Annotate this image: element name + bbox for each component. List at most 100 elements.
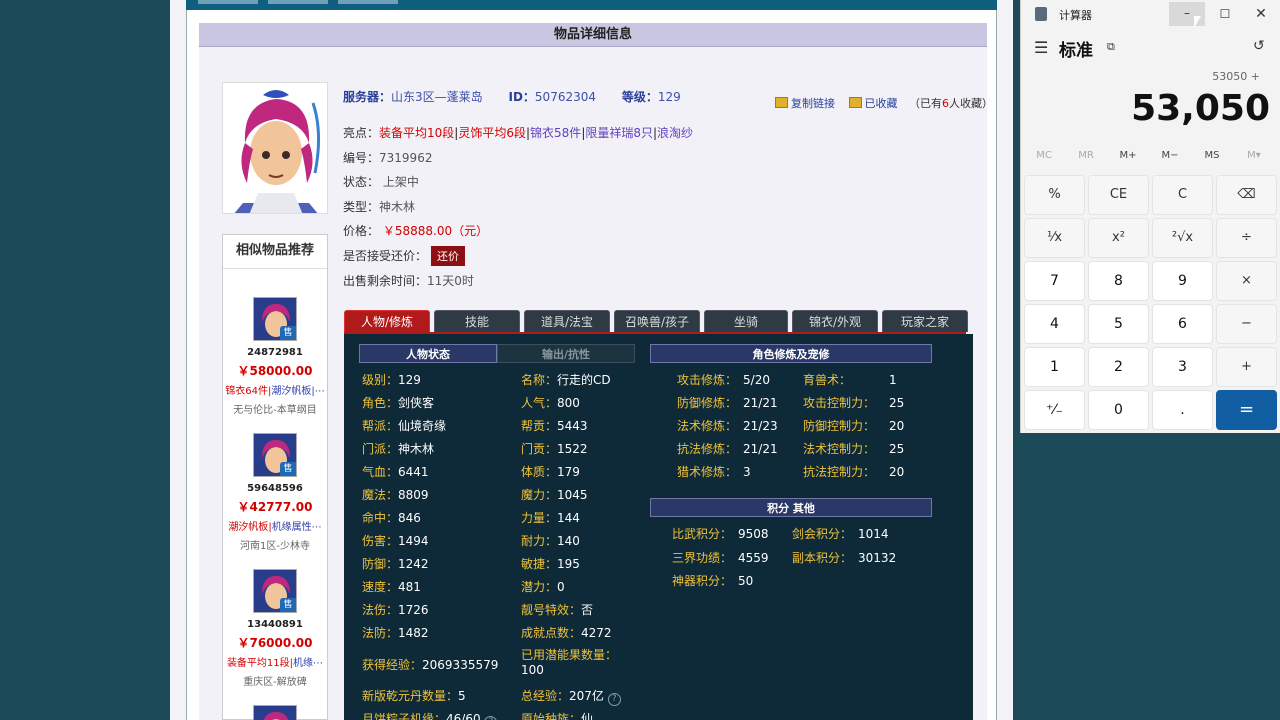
stat-key: 耐力： xyxy=(521,534,558,548)
digit-9-key[interactable]: 9 xyxy=(1152,261,1213,301)
for-sale-badge: 售 xyxy=(280,326,296,340)
tab-pets[interactable]: 召唤兽/孩子 xyxy=(614,310,700,332)
similar-item[interactable]: 售 59648596 ￥42777.00 潮汐帆板|机缘属性⋯ 河南1区-少林寺 xyxy=(223,433,327,552)
digit-5-key[interactable]: 5 xyxy=(1088,304,1149,344)
section-character-status[interactable]: 人物状态 xyxy=(359,344,497,363)
stat-key: 门派： xyxy=(362,442,399,456)
digit-7-key[interactable]: 7 xyxy=(1024,261,1085,301)
stat-value: 6441 xyxy=(398,465,429,479)
help-icon[interactable]: ? xyxy=(484,716,498,720)
close-button[interactable]: ✕ xyxy=(1247,2,1275,26)
stat-value: 4272 xyxy=(581,626,612,640)
square-key[interactable]: x² xyxy=(1088,218,1149,258)
digit-2-key[interactable]: 2 xyxy=(1088,347,1149,387)
divide-key[interactable]: ÷ xyxy=(1216,218,1277,258)
help-icon[interactable]: ? xyxy=(607,693,621,706)
memory-list-button[interactable]: M▾ xyxy=(1233,150,1275,161)
stat-key: 获得经验： xyxy=(362,658,423,672)
memory-subtract-button[interactable]: M− xyxy=(1149,150,1191,161)
memory-add-button[interactable]: M+ xyxy=(1107,150,1149,161)
tab-mounts[interactable]: 坐骑 xyxy=(704,310,788,332)
keep-on-top-icon[interactable]: ⧉ xyxy=(1107,40,1115,54)
similar-item-thumbnail[interactable]: 售 xyxy=(253,569,297,613)
stat-key: 角色： xyxy=(362,396,399,410)
clear-entry-key[interactable]: CE xyxy=(1088,175,1149,215)
tab-skills[interactable]: 技能 xyxy=(434,310,520,332)
subtract-key[interactable]: − xyxy=(1216,304,1277,344)
memory-store-button[interactable]: MS xyxy=(1191,150,1233,161)
copy-link-button[interactable]: 复制链接 xyxy=(791,97,835,110)
stat-key: 级别： xyxy=(362,373,399,387)
add-key[interactable]: + xyxy=(1216,347,1277,387)
similar-item-thumbnail[interactable]: 售 xyxy=(253,433,297,477)
decimal-key[interactable]: . xyxy=(1152,390,1213,430)
memory-clear-button[interactable]: MC xyxy=(1023,150,1065,161)
stat-value: 1522 xyxy=(557,442,588,456)
similar-item[interactable]: 售 24872981 ￥58000.00 锦衣64件|潮汐帆板|⋯ 无与伦比-本… xyxy=(223,297,327,416)
history-icon[interactable]: ↺ xyxy=(1253,38,1265,54)
tag: 机缘⋯ xyxy=(293,658,324,669)
multiply-key[interactable]: × xyxy=(1216,261,1277,301)
similar-item-thumbnail[interactable] xyxy=(253,705,297,720)
stat-key: 人气： xyxy=(521,396,558,410)
haggle-label: 是否接受还价： xyxy=(343,249,428,263)
similar-item-tags: 潮汐帆板|机缘属性⋯ xyxy=(228,522,322,533)
stat-key: 气血： xyxy=(362,465,399,479)
percent-key[interactable]: % xyxy=(1024,175,1085,215)
stat-magic-damage: 法伤：1726 xyxy=(362,601,429,618)
type-label: 类型： xyxy=(343,200,380,214)
stat-key: 帮派： xyxy=(362,419,399,433)
maximize-button[interactable]: ☐ xyxy=(1211,2,1239,26)
tab-items[interactable]: 道具/法宝 xyxy=(524,310,610,332)
tab-home[interactable]: 玩家之家 xyxy=(882,310,968,332)
calculator-titlebar[interactable]: 计算器 – ☐ ✕ xyxy=(1021,0,1280,28)
hamburger-menu-icon[interactable]: ☰ xyxy=(1034,38,1048,57)
number-label: 编号： xyxy=(343,151,380,165)
similar-item[interactable]: 售 13440891 ￥76000.00 装备平均11段|机缘⋯ 重庆区-解放碑 xyxy=(223,569,327,688)
stat-key: 名称： xyxy=(521,373,558,387)
stat-key: 力量： xyxy=(521,511,558,525)
stat-strength: 力量：144 xyxy=(521,509,580,526)
similar-item[interactable] xyxy=(223,705,327,720)
reciprocal-key[interactable]: ¹⁄x xyxy=(1024,218,1085,258)
digit-0-key[interactable]: 0 xyxy=(1088,390,1149,430)
digit-1-key[interactable]: 1 xyxy=(1024,347,1085,387)
stat-value: 1726 xyxy=(398,603,429,617)
stat-achievement: 成就点数：4272 xyxy=(521,624,612,641)
tag: 潮汐帆板|⋯ xyxy=(271,386,325,397)
stat-key: 法术控制力： xyxy=(803,442,876,456)
backspace-key[interactable]: ⌫ xyxy=(1216,175,1277,215)
nav-tab-1[interactable] xyxy=(198,0,258,4)
negate-key[interactable]: ⁺⁄₋ xyxy=(1024,390,1085,430)
stat-key: 原始种族： xyxy=(521,712,582,720)
haggle-button[interactable]: 还价 xyxy=(431,246,466,266)
similar-item-thumbnail[interactable]: 售 xyxy=(253,297,297,341)
tab-outfits[interactable]: 锦衣/外观 xyxy=(792,310,878,332)
stat-agility: 敏捷：195 xyxy=(521,555,580,572)
digit-6-key[interactable]: 6 xyxy=(1152,304,1213,344)
digit-8-key[interactable]: 8 xyxy=(1088,261,1149,301)
digit-4-key[interactable]: 4 xyxy=(1024,304,1085,344)
price-row: 价格： ￥58888.00（元） xyxy=(343,222,488,239)
for-sale-badge: 售 xyxy=(280,598,296,612)
stat-key: 速度： xyxy=(362,580,399,594)
stat-value: 100 xyxy=(521,663,544,677)
section-output-resist[interactable]: 输出/抗性 xyxy=(497,344,635,363)
character-avatar xyxy=(222,82,328,214)
stat-zongzi: 月饼粽子机缘：46/60 ? xyxy=(362,710,498,720)
favorited-button[interactable]: 已收藏 xyxy=(865,97,898,110)
equals-key[interactable]: = xyxy=(1216,390,1277,430)
memory-recall-button[interactable]: MR xyxy=(1065,150,1107,161)
square-root-key[interactable]: ²√x xyxy=(1152,218,1213,258)
swordsman-portrait-icon xyxy=(223,83,327,213)
stat-value: 800 xyxy=(557,396,580,410)
tab-character[interactable]: 人物/修炼 xyxy=(344,310,430,332)
nav-tab-2[interactable] xyxy=(268,0,328,4)
stat-value: 行走的CD xyxy=(557,373,611,387)
clear-key[interactable]: C xyxy=(1152,175,1213,215)
time-row: 出售剩余时间：11天0时 xyxy=(343,272,474,289)
type-value: 神木林 xyxy=(379,200,416,214)
digit-3-key[interactable]: 3 xyxy=(1152,347,1213,387)
stat-value: 5443 xyxy=(557,419,588,433)
nav-tab-3[interactable] xyxy=(338,0,398,4)
